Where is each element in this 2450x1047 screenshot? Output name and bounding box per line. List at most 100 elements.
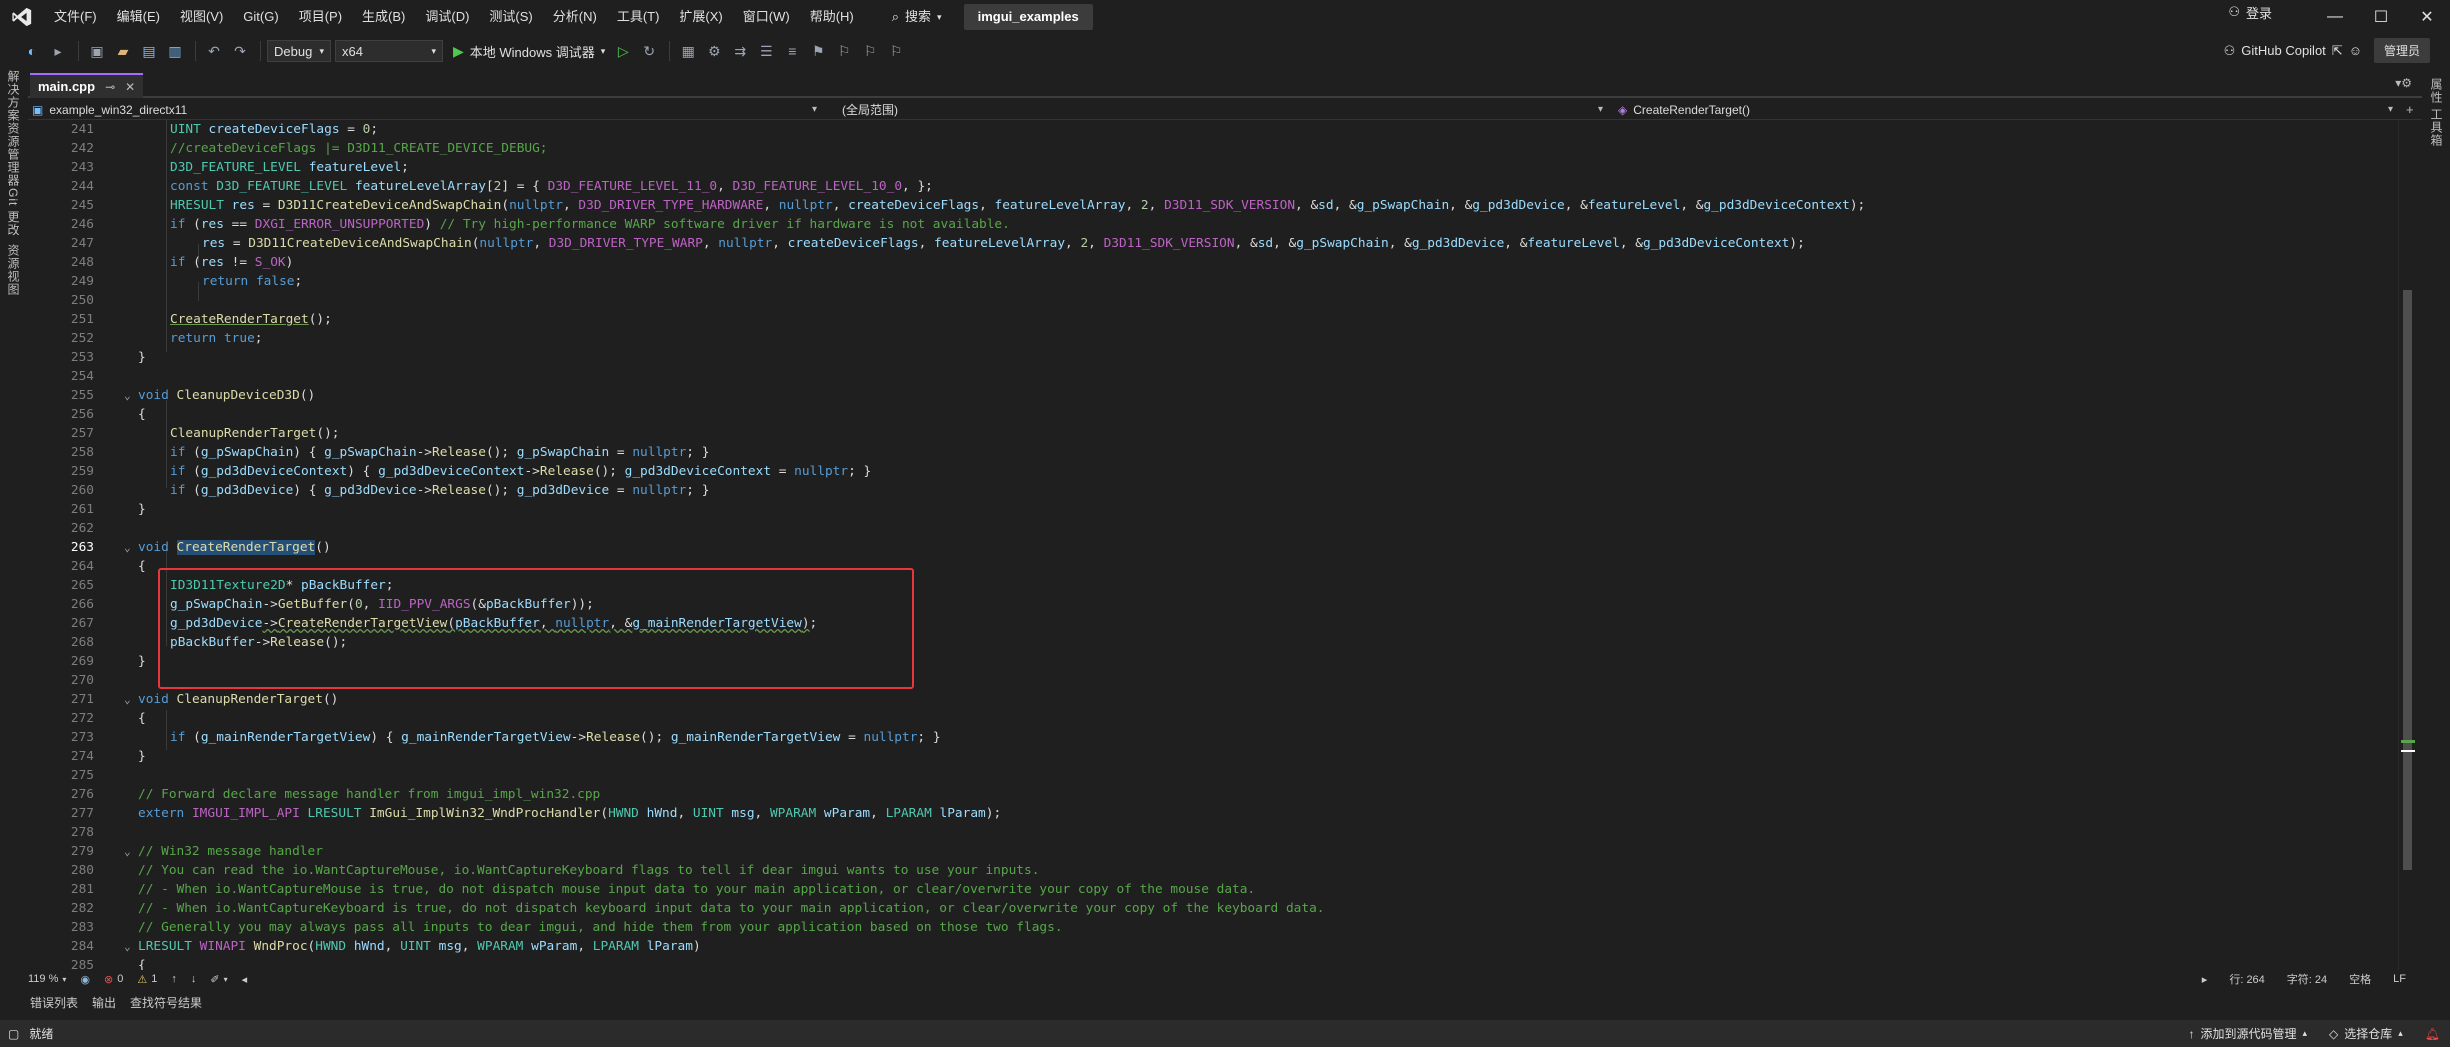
- properties-tab[interactable]: 属性: [2428, 78, 2445, 104]
- editor-status-row: 119 % ▾ ◉ ⊗ 0 ⚠ 1 ↑ ↓ ✐ ▾ ◂ ▸ 行: 264 字符: …: [28, 970, 2422, 988]
- line-number: 267: [70, 616, 94, 631]
- highlight-box: [158, 568, 914, 689]
- chevron-down-icon[interactable]: ▾: [812, 100, 817, 120]
- ready-text: 就绪: [29, 1027, 54, 1041]
- scroll-right-icon[interactable]: ▸: [2202, 973, 2208, 986]
- clear-bookmarks-icon[interactable]: ⚐: [884, 39, 908, 63]
- zoom-control[interactable]: 119 % ▾: [28, 973, 66, 985]
- warning-count[interactable]: ⚠ 1: [137, 973, 157, 986]
- close-button[interactable]: ✕: [2404, 0, 2450, 34]
- code-editor[interactable]: 241 UINT createDeviceFlags = 0; 242//crea…: [28, 120, 2398, 970]
- platform-select[interactable]: x64 ▾: [335, 40, 443, 62]
- bell-icon: 🔔︎: [2424, 1026, 2440, 1041]
- menu-git[interactable]: Git(G): [233, 0, 288, 34]
- pin-icon[interactable]: ⊸: [105, 80, 115, 94]
- maximize-button[interactable]: ☐: [2358, 0, 2404, 34]
- menu-analyze[interactable]: 分析(N): [543, 0, 607, 34]
- prev-issue-button[interactable]: ↑: [171, 973, 177, 985]
- whitespace-indicator[interactable]: 空格: [2349, 971, 2371, 987]
- configuration-select[interactable]: Debug ▾: [267, 40, 331, 62]
- undo-icon[interactable]: ↶: [202, 39, 226, 63]
- health-indicator[interactable]: ◉: [80, 973, 90, 986]
- solution-name: imgui_examples: [963, 4, 1093, 30]
- github-copilot-button[interactable]: ⚇ GitHub Copilot ⇱ ☺: [2224, 43, 2362, 59]
- chevron-down-icon: ▾: [937, 12, 942, 22]
- status-bar: ▢ 就绪 ↑ 添加到源代码管理 ▴ ◇ 选择仓库 ▴ 🔔︎: [0, 1020, 2450, 1047]
- tab-find-symbol-results[interactable]: 查找符号结果: [128, 994, 204, 1011]
- error-count[interactable]: ⊗ 0: [104, 973, 123, 986]
- new-project-icon[interactable]: ▣: [85, 39, 109, 63]
- minimize-button[interactable]: —: [2312, 0, 2358, 34]
- menu-file[interactable]: 文件(F): [44, 0, 107, 34]
- select-repo-label: 选择仓库: [2344, 1027, 2393, 1041]
- redo-icon[interactable]: ↷: [228, 39, 252, 63]
- step-icon[interactable]: ⇉: [728, 39, 752, 63]
- visual-studio-logo-icon[interactable]: [0, 0, 44, 34]
- fold-toggle-icon[interactable]: ⌄: [124, 690, 131, 709]
- scrollbar-thumb[interactable]: [2403, 290, 2412, 870]
- arrow-up-icon: ↑: [2188, 1026, 2195, 1041]
- uncomment-icon[interactable]: ≡: [780, 39, 804, 63]
- fold-toggle-icon[interactable]: ⌄: [124, 386, 131, 405]
- comment-icon[interactable]: ☰: [754, 39, 778, 63]
- line-number: 281: [70, 882, 94, 897]
- layout-icon[interactable]: ▦: [676, 39, 700, 63]
- tab-main-cpp[interactable]: main.cpp ⊸ ✕: [30, 73, 144, 98]
- save-all-icon[interactable]: ▥: [163, 39, 187, 63]
- menu-view[interactable]: 视图(V): [170, 0, 233, 34]
- forward-icon[interactable]: ▸: [46, 39, 70, 63]
- status-right: ↑ 添加到源代码管理 ▴ ◇ 选择仓库 ▴ 🔔︎: [2188, 1020, 2440, 1047]
- member-dropdown[interactable]: ◈ CreateRenderTarget(): [1618, 100, 1750, 120]
- next-issue-button[interactable]: ↓: [191, 973, 197, 985]
- toolbar-separator: [195, 41, 196, 61]
- line-number: 274: [70, 749, 94, 764]
- project-dropdown[interactable]: ▣ example_win32_directx11: [32, 100, 187, 120]
- save-icon[interactable]: ▤: [137, 39, 161, 63]
- close-icon[interactable]: ✕: [125, 80, 135, 94]
- git-changes-tab[interactable]: Git 更改: [5, 188, 22, 237]
- tab-error-list[interactable]: 错误列表: [28, 994, 80, 1011]
- menu-debug[interactable]: 调试(D): [415, 0, 479, 34]
- code-cleanup-button[interactable]: ✐ ▾: [210, 973, 227, 986]
- start-without-debugging-icon[interactable]: ▷: [611, 39, 635, 63]
- notifications-button[interactable]: 🔔︎: [2425, 1027, 2440, 1041]
- fold-toggle-icon[interactable]: ⌄: [124, 842, 131, 861]
- solution-explorer-tab[interactable]: 解决方案资源管理器: [5, 70, 22, 187]
- menu-tools[interactable]: 工具(T): [607, 0, 670, 34]
- line-ending-indicator[interactable]: LF: [2393, 973, 2406, 985]
- select-repository-button[interactable]: ◇ 选择仓库 ▴: [2329, 1025, 2403, 1042]
- char-indicator[interactable]: 字符: 24: [2287, 971, 2327, 987]
- toolbox-tab[interactable]: 工具箱: [2428, 108, 2445, 147]
- search-button[interactable]: ⌕ 搜索 ▾: [882, 4, 952, 30]
- menu-window[interactable]: 窗口(W): [733, 0, 800, 34]
- login-button[interactable]: ⚇ 登录: [2228, 3, 2272, 22]
- menu-project[interactable]: 项目(P): [289, 0, 352, 34]
- bookmark-icon[interactable]: ⚑: [806, 39, 830, 63]
- menu-extensions[interactable]: 扩展(X): [669, 0, 732, 34]
- feedback-icon: ☺: [2348, 43, 2362, 58]
- split-icon[interactable]: +: [2406, 100, 2414, 120]
- line-indicator[interactable]: 行: 264: [2229, 971, 2264, 987]
- menu-edit[interactable]: 编辑(E): [107, 0, 170, 34]
- scroll-left-button[interactable]: ◂: [242, 973, 248, 986]
- tab-overflow-icon[interactable]: ▾⚙: [2395, 76, 2412, 90]
- chevron-down-icon[interactable]: ▾: [1598, 100, 1603, 120]
- add-to-source-control-button[interactable]: ↑ 添加到源代码管理 ▴: [2188, 1025, 2307, 1042]
- next-bookmark-icon[interactable]: ⚐: [858, 39, 882, 63]
- scope-dropdown[interactable]: (全局范围): [842, 100, 898, 120]
- chevron-down-icon[interactable]: ▾: [2388, 100, 2393, 120]
- menu-help[interactable]: 帮助(H): [800, 0, 864, 34]
- resource-view-tab[interactable]: 资源视图: [5, 244, 22, 296]
- menu-build[interactable]: 生成(B): [352, 0, 415, 34]
- menu-test[interactable]: 测试(S): [479, 0, 542, 34]
- vertical-scrollbar[interactable]: [2398, 120, 2416, 970]
- back-icon[interactable]: ◐: [20, 39, 44, 63]
- prev-bookmark-icon[interactable]: ⚐: [832, 39, 856, 63]
- open-file-icon[interactable]: ▰: [111, 39, 135, 63]
- tab-output[interactable]: 输出: [90, 994, 118, 1011]
- fold-toggle-icon[interactable]: ⌄: [124, 937, 131, 956]
- diagnostics-icon[interactable]: ⚙: [702, 39, 726, 63]
- hot-reload-icon[interactable]: ↻: [637, 39, 661, 63]
- fold-toggle-icon[interactable]: ⌄: [124, 538, 131, 557]
- start-debugging-button[interactable]: ▶ 本地 Windows 调试器 ▾: [447, 42, 611, 61]
